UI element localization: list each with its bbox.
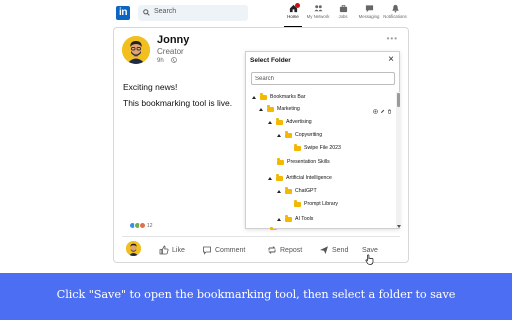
- send-button[interactable]: Send: [319, 242, 348, 258]
- folder-node-chatgpt[interactable]: ChatGPT: [277, 186, 317, 196]
- bell-icon: [391, 4, 399, 13]
- search-icon: [143, 9, 150, 16]
- author-avatar[interactable]: [122, 36, 150, 64]
- folder-icon: [260, 93, 267, 100]
- folder-icon: [276, 118, 283, 125]
- instruction-banner: Click "Save" to open the bookmarking too…: [0, 273, 512, 320]
- select-folder-dialog: Select Folder × Bookmarks Bar Marketing …: [245, 51, 401, 230]
- folder-node-artificial-intelligence[interactable]: Artificial Intelligence: [268, 173, 332, 183]
- repost-icon: [268, 246, 276, 254]
- globe-icon: [171, 57, 177, 63]
- folder-label: ChatGPT: [295, 188, 317, 194]
- comment-button[interactable]: Comment: [202, 242, 245, 258]
- expand-toggle-icon[interactable]: [259, 107, 263, 111]
- top-navigation: in Search Home My Network Jobs Messaging…: [112, 3, 412, 27]
- folder-node-presentation-skills[interactable]: Presentation Skills: [277, 157, 330, 167]
- send-icon: [320, 246, 328, 254]
- folder-icon: [276, 174, 283, 181]
- folder-node-swipe-file-2023[interactable]: Swipe File 2023: [294, 143, 341, 153]
- folder-search-input[interactable]: [251, 72, 395, 85]
- folder-node-marketing[interactable]: Marketing: [259, 104, 300, 114]
- folder-row-tools: [373, 109, 392, 114]
- expand-toggle-icon[interactable]: [268, 120, 272, 124]
- comment-icon: [203, 246, 211, 255]
- reactor-avatar[interactable]: [126, 241, 141, 256]
- thumbs-up-icon: [159, 245, 169, 255]
- folder-icon: [294, 144, 301, 151]
- folder-label: Presentation Skills: [287, 159, 330, 165]
- hand-cursor-icon: [365, 254, 374, 265]
- search-placeholder: Search: [154, 8, 177, 15]
- author-headline: Creator: [157, 47, 184, 56]
- folder-label: Swipe File 2023: [304, 145, 341, 151]
- network-icon: [313, 5, 323, 12]
- folder-node-bookmarks-bar[interactable]: Bookmarks Bar: [252, 92, 305, 102]
- more-options-icon[interactable]: •••: [387, 34, 398, 43]
- folder-label: Bookmarks Bar: [270, 94, 306, 100]
- close-icon[interactable]: ×: [388, 54, 394, 66]
- folder-label: Advertising: [286, 119, 312, 125]
- save-label: Save: [362, 246, 378, 254]
- folder-node-ai-tools[interactable]: AI Tools: [277, 214, 313, 224]
- folder-label: Marketing: [277, 106, 300, 112]
- love-reaction-icon: [139, 222, 146, 229]
- reaction-count[interactable]: 12: [147, 223, 153, 229]
- folder-label: Artificial Intelligence: [286, 175, 332, 181]
- like-label: Like: [172, 246, 185, 254]
- scroll-down-arrow-icon[interactable]: [397, 225, 401, 228]
- comment-label: Comment: [215, 246, 246, 254]
- edit-icon[interactable]: [380, 109, 385, 114]
- instruction-text: Click "Save" to open the bookmarking too…: [56, 288, 456, 301]
- folder-icon: [277, 158, 284, 165]
- folder-icon: [285, 131, 292, 138]
- messaging-icon: [365, 5, 373, 13]
- small-avatar-illustration: [126, 241, 141, 256]
- tree-scrollbar[interactable]: [396, 92, 400, 228]
- action-divider: [122, 236, 400, 237]
- repost-label: Repost: [280, 246, 303, 254]
- notification-badge: [295, 3, 300, 8]
- repost-button[interactable]: Repost: [267, 242, 302, 258]
- scrollbar-thumb[interactable]: [396, 93, 400, 107]
- folder-node-prompt-library[interactable]: Prompt Library: [294, 199, 338, 209]
- post-actions: Like Comment Repost Send Save: [114, 240, 410, 265]
- folder-icon: [270, 227, 277, 230]
- folder-icon: [285, 187, 292, 194]
- avatar-illustration: [122, 36, 150, 64]
- author-name[interactable]: Jonny: [157, 34, 189, 46]
- nav-notifications[interactable]: Notifications: [378, 3, 412, 25]
- post-text-line1: Exciting news!: [123, 82, 178, 92]
- dialog-title: Select Folder: [250, 57, 291, 64]
- linkedin-logo[interactable]: in: [116, 6, 130, 20]
- add-folder-icon[interactable]: [373, 109, 378, 114]
- folder-label: Copywriting: [295, 132, 323, 138]
- like-button[interactable]: Like: [159, 242, 185, 258]
- expand-toggle-icon[interactable]: [277, 189, 281, 193]
- expand-toggle-icon[interactable]: [268, 176, 272, 180]
- delete-icon[interactable]: [387, 109, 392, 114]
- search-bar[interactable]: Search: [138, 5, 248, 21]
- folder-node-next[interactable]: [270, 226, 280, 230]
- folder-icon: [285, 215, 292, 222]
- briefcase-icon: [339, 4, 347, 13]
- folder-node-advertising[interactable]: Advertising: [268, 117, 312, 127]
- folder-icon: [294, 200, 301, 207]
- nav-notifications-label: Notifications: [383, 14, 407, 19]
- expand-toggle-icon[interactable]: [277, 217, 281, 221]
- folder-label: AI Tools: [295, 216, 314, 222]
- folder-label: Prompt Library: [304, 201, 339, 207]
- folder-node-copywriting[interactable]: Copywriting: [277, 130, 322, 140]
- post-text-line2: This bookmarking tool is live.: [123, 98, 233, 108]
- send-label: Send: [332, 246, 349, 254]
- post-time: 9h: [157, 58, 164, 64]
- folder-icon: [267, 105, 274, 112]
- expand-toggle-icon[interactable]: [277, 133, 281, 137]
- expand-toggle-icon[interactable]: [252, 95, 256, 99]
